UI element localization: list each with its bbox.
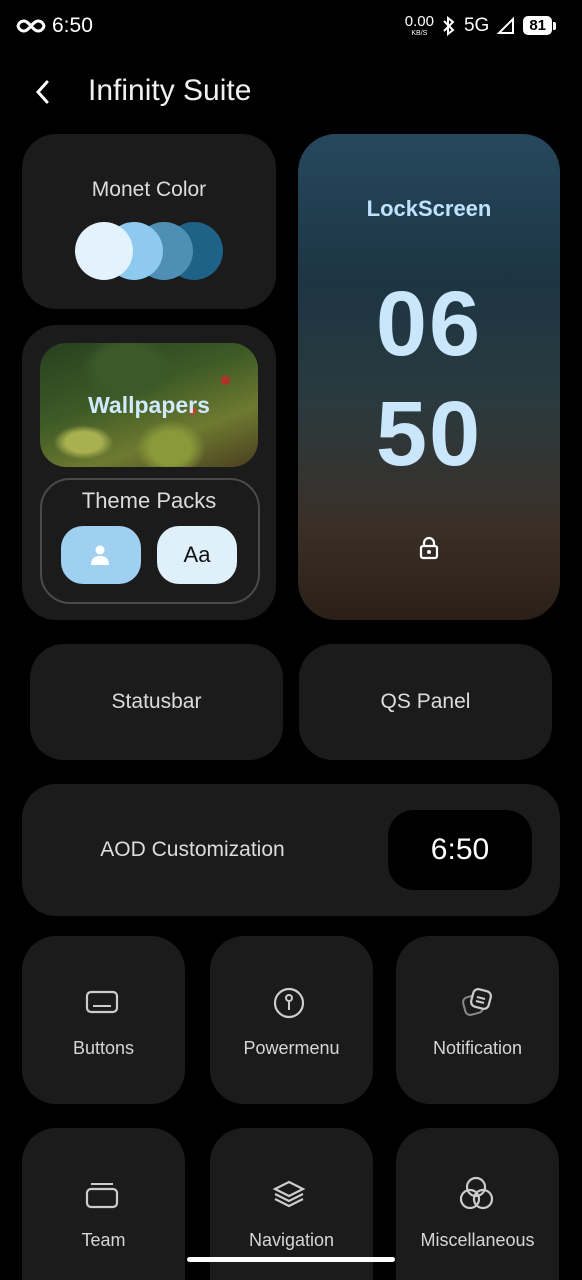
lockscreen-minute: 50 [375,383,483,485]
page-title: Infinity Suite [88,74,252,107]
qs-panel-label: QS Panel [380,690,471,713]
aod-label: AOD Customization [100,838,285,861]
button-icon [84,988,120,1016]
buttons-tile[interactable] [22,936,185,1104]
bluetooth-icon [443,15,455,36]
aod-clock-preview: 6:50 [388,810,532,890]
status-bar-right: 0.00 KB/S 5G 81 [404,13,556,37]
network-speed: 0.00 KB/S [404,13,434,37]
statusbar-label: Statusbar [111,690,202,713]
team-label: Team [81,1230,126,1250]
status-time: 6:50 [52,14,93,37]
power-icon [271,985,307,1021]
notification-label: Notification [432,1038,523,1058]
user-icon [91,545,109,565]
statusbar-button[interactable]: Statusbar [30,644,283,760]
lockscreen-label: LockScreen [366,196,492,221]
home-indicator[interactable] [187,1257,395,1262]
back-button[interactable] [28,74,58,110]
notification-icon [459,985,495,1021]
navigation-label: Navigation [248,1230,335,1250]
wallpapers-label: Wallpapers [88,392,210,418]
icon-pack-button[interactable] [61,526,141,584]
infinity-icon [16,19,46,33]
battery-indicator: 81 [523,16,556,35]
chevron-left-icon [35,80,49,104]
team-icon [84,1180,120,1210]
qs-panel-button[interactable]: QS Panel [299,644,552,760]
lock-icon [417,535,441,561]
layers-icon [271,1178,307,1210]
lockscreen-hour: 06 [375,273,483,375]
circles-icon [459,1176,495,1212]
powermenu-label: Powermenu [243,1038,340,1058]
monet-color-card[interactable] [22,134,276,309]
font-pack-button[interactable]: Aa [157,526,237,584]
monet-swatch-1 [75,222,133,280]
miscellaneous-label: Miscellaneous [420,1230,535,1250]
network-type: 5G [463,14,490,36]
signal-icon [497,16,515,34]
status-bar-left: 6:50 [16,14,93,38]
monet-color-label: Monet Color [91,178,207,201]
theme-packs-label: Theme Packs [81,488,217,513]
buttons-label: Buttons [72,1038,135,1058]
